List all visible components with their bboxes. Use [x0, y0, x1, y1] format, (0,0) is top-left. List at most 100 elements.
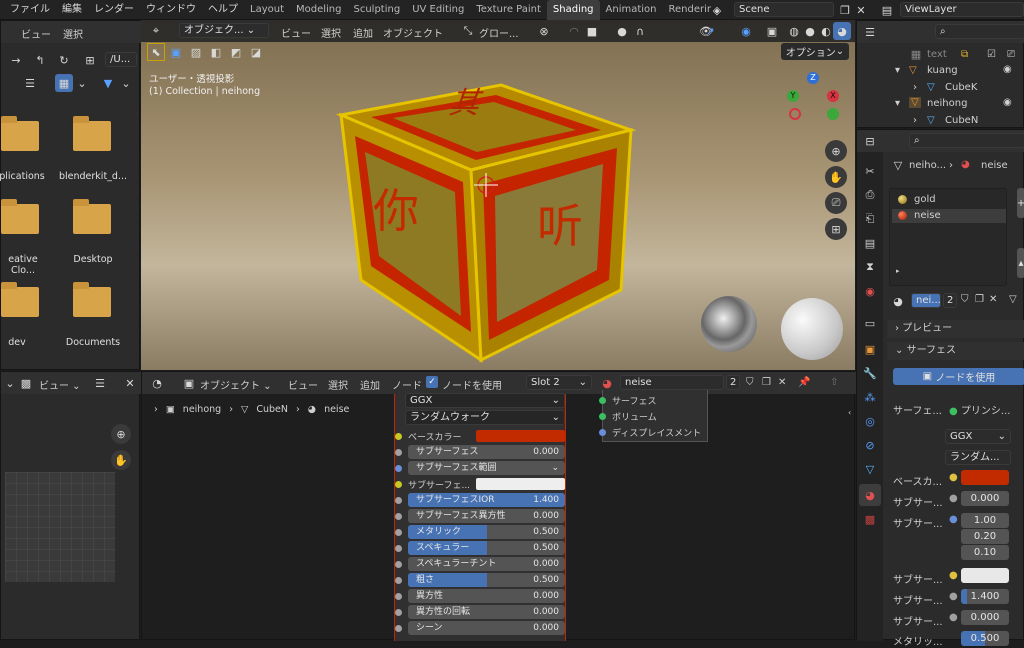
- editor-type-icon[interactable]: ⌖: [147, 22, 165, 40]
- subsurface-anisotropy-value[interactable]: 0.000: [961, 610, 1009, 625]
- input-socket[interactable]: [395, 576, 402, 584]
- menu-object[interactable]: オブジェクト: [383, 25, 443, 40]
- grid-icon[interactable]: ⊞: [825, 218, 847, 240]
- scene-tab-icon[interactable]: ⧗: [859, 256, 881, 278]
- socket-icon[interactable]: ●: [949, 472, 958, 483]
- xray-icon[interactable]: ▣: [763, 22, 781, 40]
- select-extend-icon[interactable]: ▨: [187, 43, 205, 61]
- input-socket[interactable]: [395, 528, 402, 536]
- tab-modeling[interactable]: Modeling: [290, 0, 348, 20]
- file-item[interactable]: [73, 116, 111, 151]
- base-color-swatch[interactable]: [475, 430, 565, 442]
- viewlayer-field[interactable]: ViewLayer: [900, 2, 1024, 17]
- pivot-icon[interactable]: ⊗: [535, 22, 553, 40]
- slot-select[interactable]: Slot 2 ⌄: [526, 375, 592, 390]
- close-icon[interactable]: ✕: [778, 377, 786, 388]
- input-socket[interactable]: [395, 592, 402, 600]
- uv-grid[interactable]: [5, 472, 115, 582]
- shading-rendered-icon[interactable]: ◕: [833, 22, 851, 40]
- collapse-icon[interactable]: ›: [913, 82, 917, 93]
- grid-view-icon[interactable]: ▦: [55, 74, 73, 92]
- input-socket[interactable]: [395, 496, 402, 504]
- file-item[interactable]: [73, 282, 111, 317]
- orientation-select[interactable]: グロー...: [479, 25, 519, 40]
- copy-icon[interactable]: ❐: [975, 294, 984, 305]
- scene-icon[interactable]: ◈: [708, 1, 726, 19]
- gizmo-toggle-icon[interactable]: ↗: [701, 22, 719, 40]
- texture-tab-icon[interactable]: ▩: [859, 508, 881, 530]
- subsurface-radius-z[interactable]: 0.10: [961, 545, 1009, 560]
- select-invert-icon[interactable]: ◩: [227, 43, 245, 61]
- close-icon[interactable]: ✕: [121, 374, 139, 392]
- gizmo-z-axis[interactable]: Z: [807, 72, 819, 84]
- mode-select[interactable]: オブジェク... ⌄: [179, 23, 269, 38]
- value-slider[interactable]: サブサーフェス 0.000: [408, 445, 565, 459]
- list-item[interactable]: gold: [892, 193, 1004, 207]
- menu-view[interactable]: ビュー: [21, 26, 51, 41]
- path-field[interactable]: /U...: [105, 52, 137, 67]
- subsurface-color-swatch[interactable]: [961, 568, 1009, 583]
- editor-type-icon[interactable]: ☰: [861, 23, 879, 41]
- outliner-search[interactable]: ⌕: [935, 24, 1024, 39]
- input-socket[interactable]: [395, 560, 402, 568]
- select-subtract-icon[interactable]: ◧: [207, 43, 225, 61]
- value-slider[interactable]: メタリック 0.500: [408, 525, 565, 539]
- overlay-toggle-icon[interactable]: ◉: [737, 22, 755, 40]
- hand-icon[interactable]: ✋: [111, 450, 131, 470]
- value-slider[interactable]: サブサーフェス異方性 0.000: [408, 509, 565, 523]
- camera-icon[interactable]: ⎚: [825, 192, 847, 214]
- subsurface-range-select[interactable]: サブサーフェス範囲 ⌄: [408, 461, 565, 475]
- world-tab-icon[interactable]: ◉: [859, 280, 881, 302]
- tab-animation[interactable]: Animation: [600, 0, 663, 20]
- gizmo-x-axis[interactable]: X: [827, 90, 839, 102]
- select-new-icon[interactable]: ▣: [167, 43, 185, 61]
- menu-icon[interactable]: ☰: [91, 374, 109, 392]
- link-icon[interactable]: ▽: [1009, 294, 1017, 305]
- outliner-item[interactable]: text: [927, 49, 947, 60]
- user-count[interactable]: 2: [726, 375, 740, 390]
- input-socket[interactable]: [395, 480, 402, 488]
- shader-type-select[interactable]: オブジェクト ⌄: [200, 377, 272, 392]
- menu-add[interactable]: 追加: [360, 377, 380, 392]
- physics-tab-icon[interactable]: ◎: [859, 410, 881, 432]
- base-color-swatch[interactable]: [961, 470, 1009, 485]
- refresh-icon[interactable]: ↻: [55, 51, 73, 69]
- socket-icon[interactable]: ●: [949, 570, 958, 581]
- constraints-tab-icon[interactable]: ⊘: [859, 434, 881, 456]
- subsurface-method-select[interactable]: ランダム...⌄: [945, 450, 1011, 476]
- falloff-icon[interactable]: ∩: [631, 22, 649, 40]
- close-icon[interactable]: ✕: [989, 294, 997, 305]
- input-socket[interactable]: [395, 512, 402, 520]
- menu-node[interactable]: ノード: [392, 377, 422, 392]
- tab-layout[interactable]: Layout: [244, 0, 290, 20]
- shader-socket[interactable]: [599, 396, 606, 404]
- shader-socket[interactable]: [599, 412, 606, 420]
- image-icon[interactable]: ▩: [17, 374, 35, 392]
- filter-icon[interactable]: ▼: [99, 74, 117, 92]
- zoom-icon[interactable]: ⊕: [825, 140, 847, 162]
- forward-icon[interactable]: →: [7, 51, 25, 69]
- menu-file[interactable]: ファイル: [4, 0, 56, 19]
- copy-icon[interactable]: ❐: [762, 377, 771, 388]
- close-icon[interactable]: ✕: [852, 1, 870, 19]
- hand-icon[interactable]: ✋: [825, 166, 847, 188]
- object-tab-icon[interactable]: ▣: [859, 338, 881, 360]
- use-nodes-checkbox[interactable]: ✓: [426, 376, 438, 388]
- checkbox-icon[interactable]: ☑: [987, 49, 996, 60]
- zoom-icon[interactable]: ⊕: [111, 424, 131, 444]
- outliner-item[interactable]: neihong: [927, 98, 967, 109]
- snap-icon[interactable]: ◠: [565, 22, 583, 40]
- add-slot-button[interactable]: +: [1017, 188, 1024, 218]
- material-name-field[interactable]: neise: [620, 375, 724, 390]
- menu-view[interactable]: ビュー: [288, 377, 318, 392]
- node-editor[interactable]: ◔ ▣ オブジェクト ⌄ ビュー 選択 追加 ノード ✓ ノードを使用 Slot…: [141, 371, 856, 641]
- subsurface-radius-x[interactable]: 1.00: [961, 513, 1009, 528]
- menu-render[interactable]: レンダー: [88, 0, 140, 19]
- properties-search[interactable]: ⌕: [909, 133, 1024, 148]
- file-item[interactable]: [73, 199, 111, 234]
- subsurface-radius-y[interactable]: 0.20: [961, 529, 1009, 544]
- expand-icon[interactable]: ▸: [896, 267, 900, 275]
- menu-edit[interactable]: 編集: [56, 0, 88, 19]
- material-name-field[interactable]: nei...: [911, 293, 941, 308]
- sidebar-toggle-icon[interactable]: ‹: [848, 408, 851, 417]
